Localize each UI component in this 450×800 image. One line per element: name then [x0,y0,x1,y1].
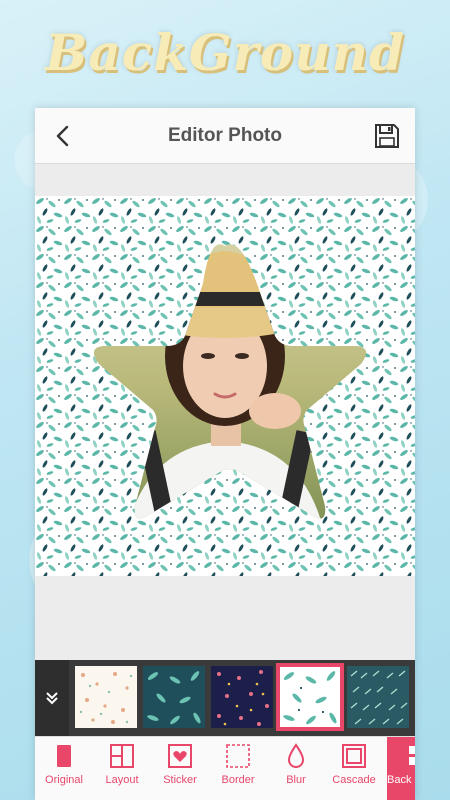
tool-original-label: Original [45,774,83,786]
collapse-strip-button[interactable] [35,660,69,736]
back-button[interactable] [49,122,77,150]
border-dashed-icon [226,744,250,768]
thumbnail-pattern-3[interactable] [211,666,273,728]
page-title: Editor Photo [168,125,282,146]
bottom-toolbar: Original Layout Sticker Border Blur Casc… [35,736,415,800]
tool-sticker[interactable]: Sticker [151,737,209,800]
photo-canvas[interactable] [35,196,415,576]
tool-border-label: Border [221,774,255,786]
save-button[interactable] [373,122,401,150]
tool-layout-label: Layout [105,774,139,786]
background-thumbnail-strip [35,660,415,736]
tool-background-label: Back [387,774,412,786]
save-icon [375,124,399,148]
tool-layout[interactable]: Layout [93,737,151,800]
layout-grid-icon [110,744,134,768]
thumbnail-pattern-1[interactable] [75,666,137,728]
tool-cascade[interactable]: Cascade [325,737,383,800]
editor-canvas-area [35,164,415,660]
chevron-left-icon [56,125,69,147]
tool-blur-label: Blur [286,774,306,786]
original-icon [57,745,71,767]
tool-background[interactable]: Back [387,737,415,800]
cascade-frame-icon [342,744,366,768]
app-screen: Editor Photo Original Layout Sticker Bor… [35,108,415,800]
thumbnail-pattern-4-selected[interactable] [276,663,344,731]
tool-blur[interactable]: Blur [267,737,325,800]
thumbnail-pattern-2[interactable] [143,666,205,728]
heart-sticker-icon [168,744,192,768]
blur-drop-icon [287,743,305,768]
tool-sticker-label: Sticker [163,774,197,786]
tool-border[interactable]: Border [209,737,267,800]
double-chevron-down-icon [46,692,58,705]
tool-original[interactable]: Original [35,737,93,800]
background-icon [409,746,415,765]
banner-title: BackGround [45,23,405,82]
thumbnail-pattern-5[interactable] [347,666,409,728]
app-header: Editor Photo [35,108,415,164]
tool-cascade-label: Cascade [332,774,376,786]
